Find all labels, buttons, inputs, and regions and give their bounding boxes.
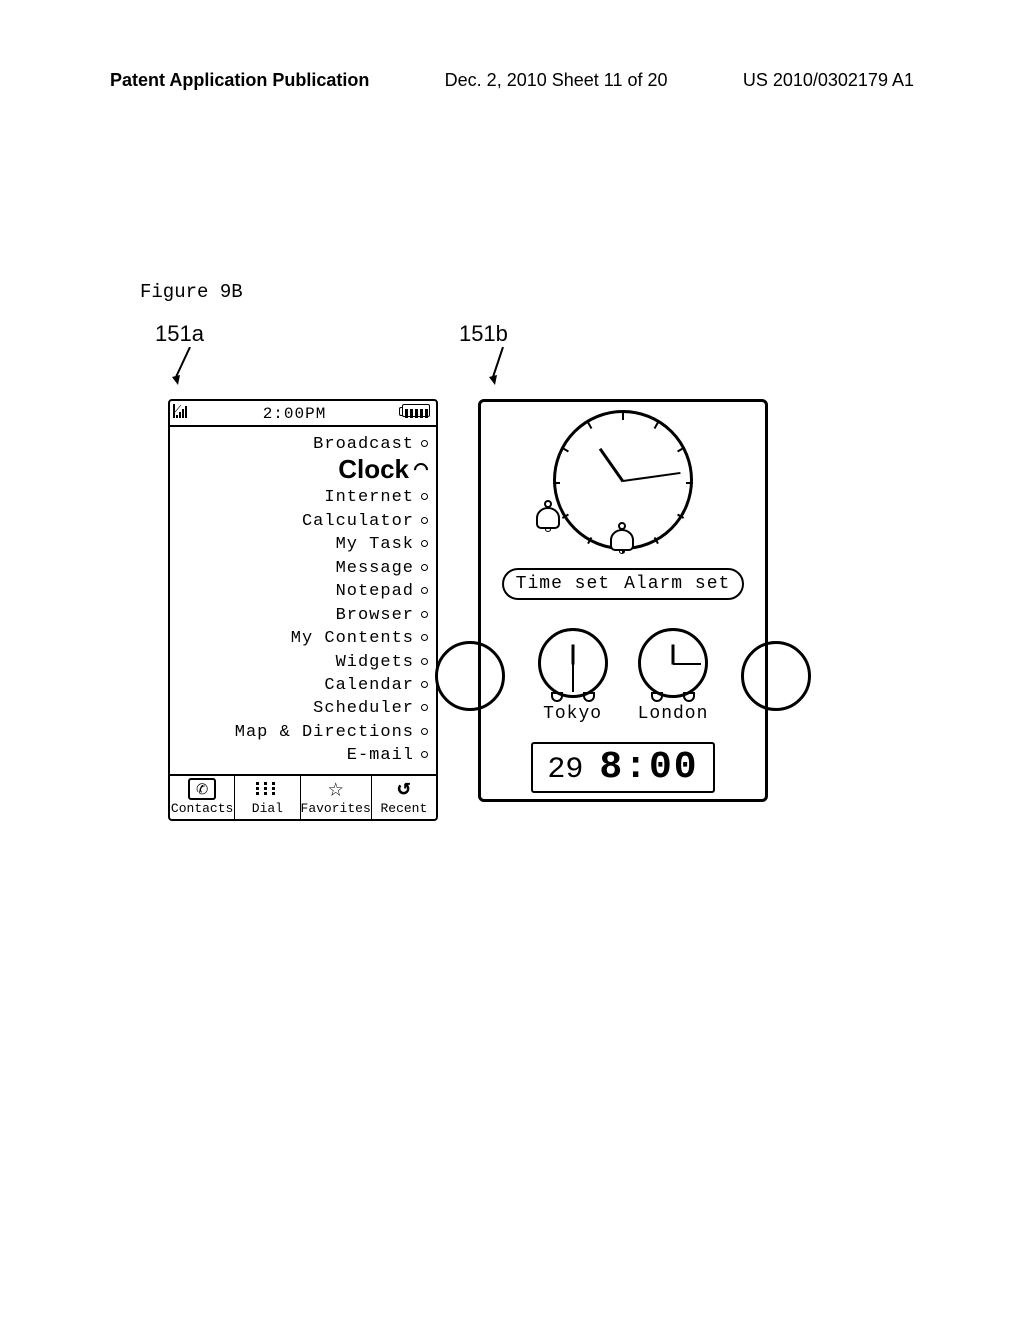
menu-item-clock[interactable]: Clock — [174, 452, 428, 488]
figure-label: Figure 9B — [140, 281, 1024, 303]
ref-151b: 151b — [459, 321, 508, 347]
menu-item-mytask[interactable]: My Task — [174, 533, 428, 556]
menu-item-widgets[interactable]: Widgets — [174, 651, 428, 674]
app-menu-list: Broadcast Clock Internet Calculator My T… — [170, 427, 436, 774]
world-clock-row[interactable]: Tokyo London — [487, 628, 759, 724]
menu-item-map[interactable]: Map & Directions — [174, 721, 428, 744]
recent-icon: ↺ — [390, 778, 418, 800]
partial-clock-right — [741, 641, 811, 711]
signal-icon: ⟋ — [176, 405, 187, 423]
tab-recent[interactable]: ↺ Recent — [372, 776, 436, 819]
tab-label: Dial — [252, 801, 283, 816]
tab-label: Favorites — [301, 801, 371, 816]
world-clock-london[interactable]: London — [638, 628, 709, 724]
star-icon: ☆ — [322, 778, 350, 800]
bell-icon — [536, 507, 560, 529]
partial-clock-left — [435, 641, 505, 711]
status-bar: ⟋ 2:00PM — [170, 401, 436, 427]
phone-screen-151a: ⟋ 2:00PM Broadcast Clock Internet Calcul… — [168, 399, 438, 821]
tab-dial[interactable]: Dial — [235, 776, 300, 819]
ref-151a: 151a — [155, 321, 204, 347]
tab-label: Contacts — [171, 801, 233, 816]
menu-item-scheduler[interactable]: Scheduler — [174, 697, 428, 720]
menu-item-notepad[interactable]: Notepad — [174, 580, 428, 603]
ref-arrows — [168, 347, 1024, 385]
alarm-set-button[interactable]: Alarm set — [624, 574, 730, 594]
clock-buttons: Time set Alarm set — [502, 568, 745, 600]
page-header: Patent Application Publication Dec. 2, 2… — [0, 0, 1024, 101]
header-right: US 2010/0302179 A1 — [743, 70, 914, 91]
menu-item-mycontents[interactable]: My Contents — [174, 627, 428, 650]
menu-item-calendar[interactable]: Calendar — [174, 674, 428, 697]
statusbar-time: 2:00PM — [263, 405, 327, 423]
phone-icon: ✆ — [188, 778, 216, 800]
battery-icon — [402, 404, 430, 423]
dialpad-icon — [253, 778, 281, 800]
analog-clock-main[interactable] — [553, 410, 693, 550]
reference-labels: 151a 151b — [155, 321, 1024, 347]
header-center: Dec. 2, 2010 Sheet 11 of 20 — [445, 70, 668, 91]
bell-icon — [610, 529, 634, 551]
bottom-tabs: ✆ Contacts Dial ☆ Favorites ↺ Recent — [170, 774, 436, 819]
clock-ring-icon — [411, 460, 431, 480]
tab-favorites[interactable]: ☆ Favorites — [301, 776, 372, 819]
digital-time: 8:00 — [599, 746, 698, 789]
menu-item-browser[interactable]: Browser — [174, 604, 428, 627]
world-clock-tokyo[interactable]: Tokyo — [538, 628, 608, 724]
menu-item-email[interactable]: E-mail — [174, 744, 428, 767]
header-left: Patent Application Publication — [110, 70, 369, 91]
time-set-button[interactable]: Time set — [516, 574, 610, 594]
city-label: Tokyo — [543, 704, 602, 724]
menu-item-internet[interactable]: Internet — [174, 486, 428, 509]
digital-clock[interactable]: 29 8:00 — [531, 742, 714, 793]
tab-label: Recent — [380, 801, 427, 816]
tab-contacts[interactable]: ✆ Contacts — [170, 776, 235, 819]
clock-panel-151b: Time set Alarm set Tokyo London — [478, 399, 768, 802]
digital-day: 29 — [547, 753, 583, 787]
menu-item-message[interactable]: Message — [174, 557, 428, 580]
menu-item-calculator[interactable]: Calculator — [174, 510, 428, 533]
city-label: London — [638, 704, 709, 724]
